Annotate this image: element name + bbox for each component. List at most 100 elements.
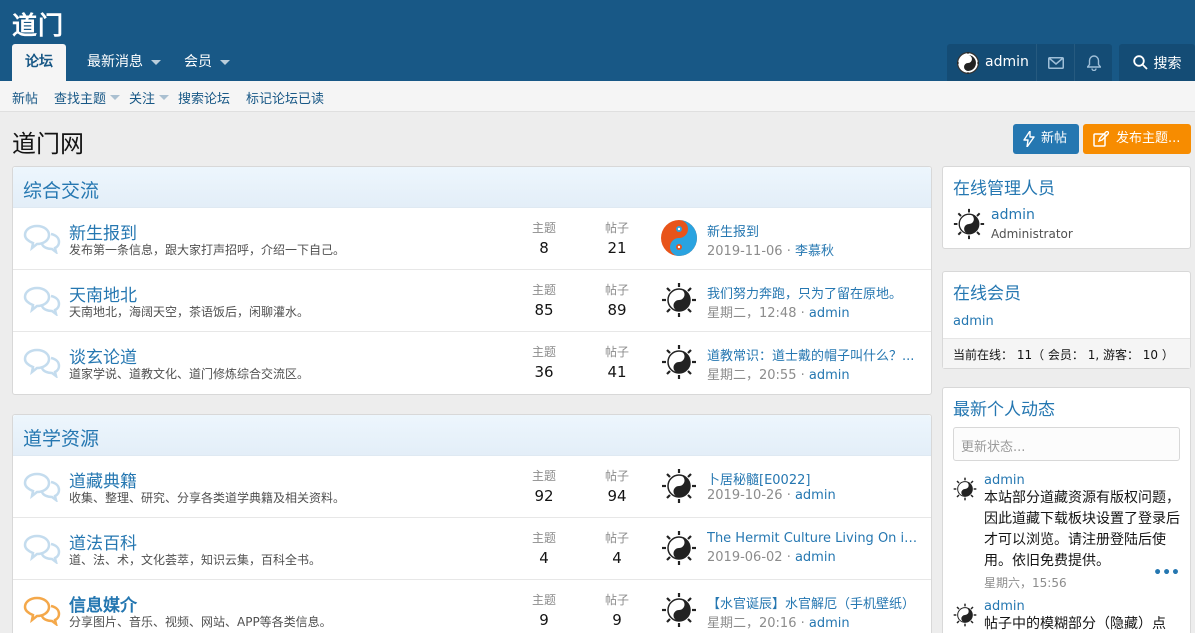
- subnav-watched[interactable]: 关注: [129, 88, 170, 107]
- sub-navigation: 新帖 查找主题 关注 搜索论坛 标记论坛已读: [0, 81, 1195, 112]
- chat-bubbles-icon: [23, 286, 61, 316]
- last-post-date[interactable]: 星期二，20:55: [707, 368, 796, 383]
- threads-label: 主题: [531, 345, 556, 359]
- subnav-new-posts[interactable]: 新帖: [12, 88, 38, 107]
- yin-yang-avatar-icon[interactable]: [953, 477, 977, 501]
- posts-count: 21: [607, 239, 627, 257]
- yin-yang-avatar-icon[interactable]: [661, 530, 697, 566]
- profile-posts-title[interactable]: 最新个人动态: [943, 388, 1190, 427]
- tab-whats-new[interactable]: 最新消息: [87, 44, 161, 81]
- last-post-date[interactable]: 2019-10-26: [707, 488, 783, 503]
- yin-yang-avatar-icon[interactable]: [661, 344, 697, 380]
- status-update-input[interactable]: 更新状态...: [953, 427, 1180, 461]
- profile-post-text: 帖子中的模糊部分（隐藏）点: [984, 616, 1166, 632]
- last-post-user[interactable]: 李慕秋: [795, 244, 834, 259]
- posts-count: 89: [607, 301, 627, 319]
- bell-icon[interactable]: [1074, 44, 1112, 81]
- posts-label: 帖子: [604, 531, 629, 545]
- last-post-title[interactable]: 卜居秘髓[E0022]: [707, 469, 923, 488]
- last-post-user[interactable]: admin: [809, 306, 850, 321]
- last-post-date[interactable]: 星期二，20:16: [707, 616, 796, 631]
- yin-yang-avatar-icon[interactable]: [953, 208, 985, 240]
- tab-forums[interactable]: 论坛: [12, 44, 66, 81]
- profile-post-author[interactable]: admin: [984, 473, 1180, 488]
- threads-count: 8: [539, 239, 549, 257]
- chat-bubbles-unread-icon: [23, 596, 61, 626]
- staff-username[interactable]: admin: [991, 207, 1035, 223]
- chevron-down-icon[interactable]: [110, 95, 121, 100]
- staff-role: Administrator: [991, 227, 1073, 241]
- posts-count: 4: [612, 549, 622, 567]
- chat-bubbles-icon: [23, 224, 61, 254]
- last-post-title[interactable]: 道教常识：道士戴的帽子叫什么？...: [707, 345, 923, 364]
- tab-forums-label: 论坛: [25, 54, 53, 70]
- threads-label: 主题: [531, 531, 556, 545]
- profile-post-author[interactable]: admin: [984, 599, 1180, 614]
- forum-posts-stat: 帖子 4: [587, 529, 647, 567]
- last-post-meta: 2019-11-06 · 李慕秋: [707, 244, 834, 259]
- forum-row: 新生报到 发布第一条信息，跟大家打声招呼，介绍一下自己。 主题 8 帖子 21 新生…: [13, 208, 931, 270]
- last-post-user[interactable]: admin: [809, 368, 850, 383]
- category-title[interactable]: 道学资源: [13, 415, 931, 456]
- account-link[interactable]: admin: [947, 44, 1039, 81]
- forum-description: 道、法、术，文化荟萃，知识云集，百科全书。: [69, 553, 322, 567]
- posts-label: 帖子: [604, 283, 629, 297]
- members-online-title[interactable]: 在线会员: [943, 272, 1190, 311]
- yin-yang-avatar-icon[interactable]: [661, 468, 697, 504]
- chat-bubbles-icon: [23, 534, 61, 564]
- new-posts-button[interactable]: 新帖: [1013, 124, 1079, 154]
- forum-posts-stat: 帖子 89: [587, 281, 647, 319]
- last-post-meta: 星期二，20:16 · admin: [707, 616, 850, 631]
- search-icon: [1132, 55, 1148, 70]
- post-thread-button[interactable]: 发布主题...: [1083, 124, 1191, 154]
- last-post-title[interactable]: 新生报到: [707, 221, 923, 240]
- threads-count: 36: [534, 363, 554, 381]
- last-post-user[interactable]: admin: [795, 550, 836, 565]
- forum-row: 谈玄论道 道家学说、道教文化、道门修炼综合交流区。 主题 36 帖子 41 道教常识…: [13, 332, 931, 394]
- tab-members[interactable]: 会员: [184, 44, 230, 81]
- forum-threads-stat: 主题 9: [514, 591, 574, 629]
- subnav-mark-read[interactable]: 标记论坛已读: [246, 88, 324, 107]
- chat-bubbles-icon: [23, 472, 61, 502]
- members-online-widget: 在线会员 admin 当前在线： 11（ 会员： 1, 游客： 10 ）: [942, 271, 1191, 369]
- category-block: 道学资源 道藏典籍 收集、整理、研究、分享各类道学典籍及相关资料。 主题 92 帖…: [12, 414, 932, 633]
- profile-post-item: admin 帖子中的模糊部分（隐藏）点: [953, 599, 1180, 633]
- posts-label: 帖子: [604, 469, 629, 483]
- yin-yang-avatar-icon[interactable]: [661, 282, 697, 318]
- inbox-icon[interactable]: [1036, 44, 1074, 81]
- last-post-title[interactable]: 【水官诞辰】水官解厄（手机壁纸）: [707, 593, 923, 612]
- chevron-down-icon[interactable]: [151, 59, 161, 65]
- search-button[interactable]: 搜索: [1119, 44, 1195, 81]
- more-options-icon[interactable]: •••: [1153, 565, 1180, 581]
- forum-description: 天南地北，海阔天空，茶语饭后，闲聊灌水。: [69, 305, 310, 319]
- chevron-down-icon[interactable]: [159, 95, 170, 100]
- last-post-meta: 2019-10-26 · admin: [707, 488, 836, 503]
- last-post-date[interactable]: 2019-06-02: [707, 550, 783, 565]
- subnav-watched-label: 关注: [129, 92, 156, 107]
- last-post-user[interactable]: admin: [795, 488, 836, 503]
- yin-yang-avatar-icon[interactable]: [661, 592, 697, 628]
- category-title[interactable]: 综合交流: [13, 167, 931, 208]
- threads-count: 4: [539, 549, 549, 567]
- online-stats: 当前在线： 11（ 会员： 1, 游客： 10 ）: [943, 338, 1190, 368]
- new-posts-label: 新帖: [1041, 131, 1068, 146]
- profile-post-time[interactable]: 星期六，15:56: [984, 574, 1180, 591]
- profile-post-item: admin 本站部分道藏资源有版权问题，因此道藏下载板块设置了登录后才可以浏览。…: [953, 473, 1180, 591]
- threads-label: 主题: [531, 593, 556, 607]
- chevron-down-icon[interactable]: [220, 59, 230, 65]
- staff-online-title[interactable]: 在线管理人员: [943, 167, 1190, 206]
- subnav-search-forums[interactable]: 搜索论坛: [178, 88, 230, 107]
- yin-yang-avatar-icon[interactable]: [953, 603, 977, 627]
- threads-count: 92: [534, 487, 554, 505]
- site-logo[interactable]: 道门: [12, 6, 64, 42]
- online-member-link[interactable]: admin: [953, 314, 994, 329]
- last-post-date[interactable]: 2019-11-06: [707, 244, 783, 259]
- threads-label: 主题: [531, 221, 556, 235]
- last-post-title[interactable]: 我们努力奔跑，只为了留在原地。: [707, 283, 923, 302]
- user-avatar[interactable]: [661, 220, 697, 256]
- subnav-find-threads[interactable]: 查找主题: [54, 88, 121, 107]
- last-post-user[interactable]: admin: [809, 616, 850, 631]
- last-post-meta: 星期二，20:55 · admin: [707, 368, 850, 383]
- last-post-date[interactable]: 星期二，12:48: [707, 306, 796, 321]
- last-post-title[interactable]: The Hermit Culture Living On in Chi...: [707, 531, 923, 546]
